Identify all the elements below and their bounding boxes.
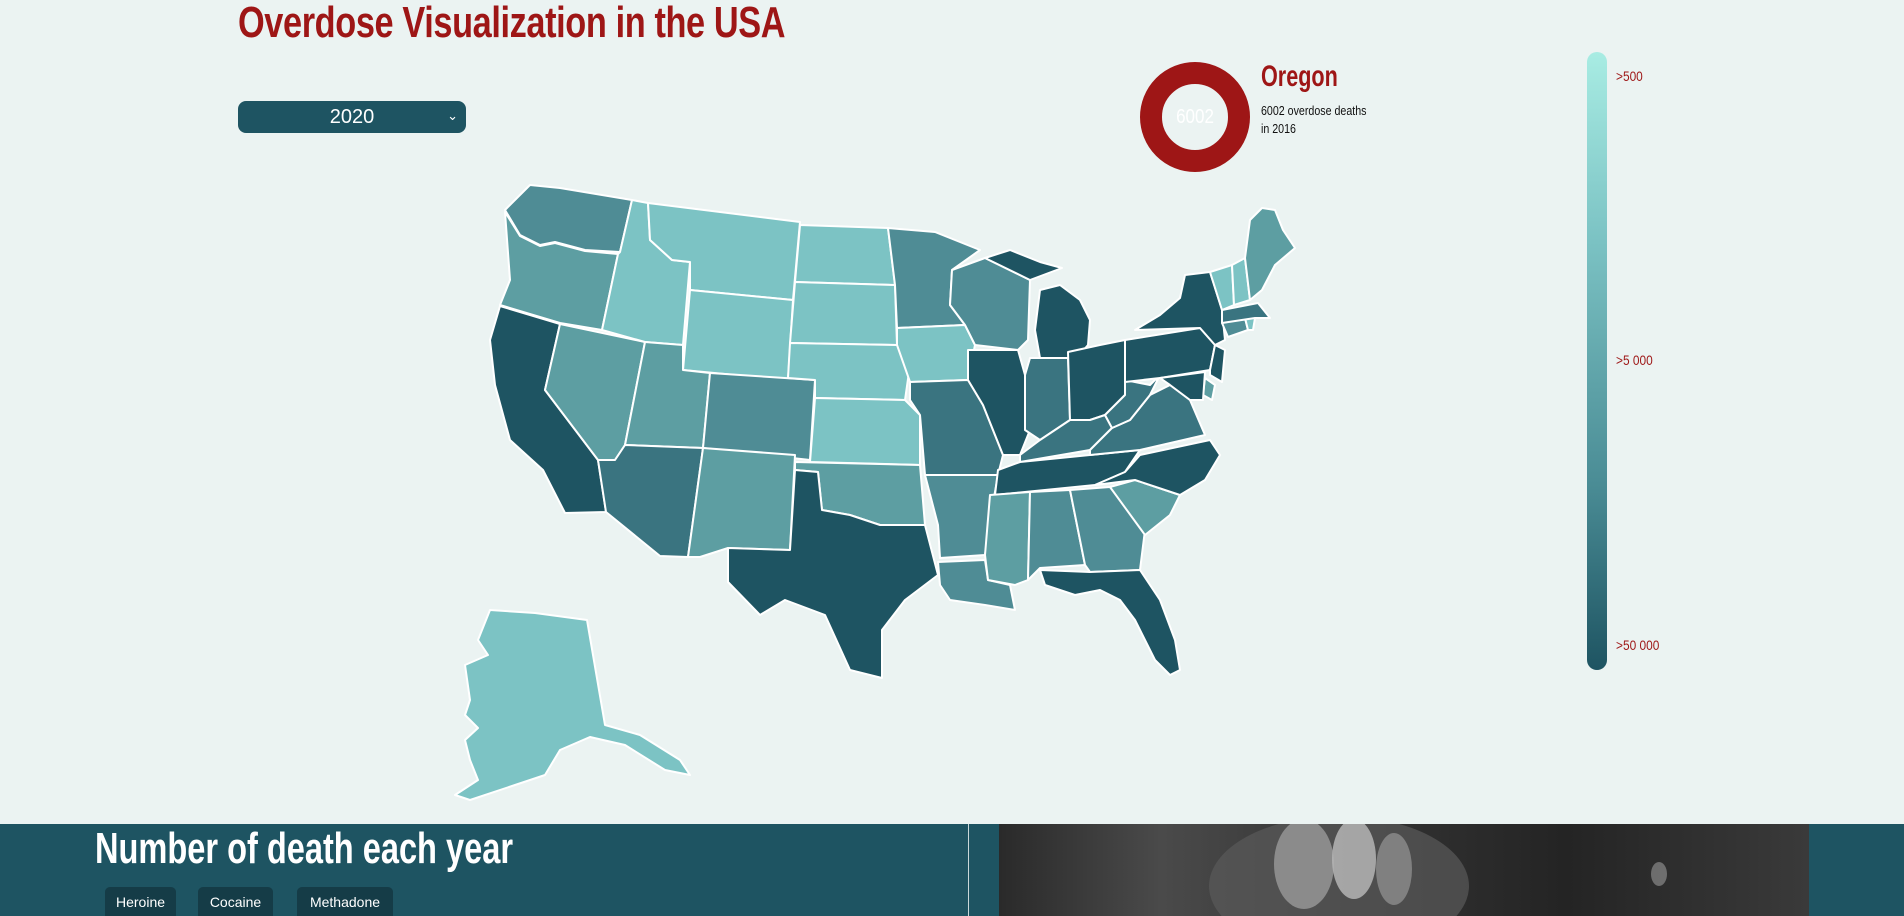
state-alaska[interactable] <box>454 609 691 801</box>
legend-label-mid: >5 000 <box>1616 352 1653 368</box>
heroine-button[interactable]: Heroine <box>105 887 176 916</box>
section-divider <box>968 824 969 916</box>
legend-label-max: >50 000 <box>1616 637 1660 653</box>
state-arizona[interactable] <box>597 444 704 558</box>
chevron-down-icon: ⌄ <box>447 108 458 123</box>
year-select-value: 2020 <box>329 105 375 128</box>
page-title: Overdose Visualization in the USA <box>238 0 786 47</box>
state-maine[interactable] <box>1244 207 1296 301</box>
donut-count: 6002 <box>1176 106 1214 128</box>
state-south-dakota[interactable] <box>789 281 898 346</box>
selected-state-name: Oregon <box>1261 60 1338 93</box>
state-north-dakota[interactable] <box>794 224 896 286</box>
state-mississippi[interactable] <box>984 491 1031 586</box>
state-florida[interactable] <box>1039 569 1181 676</box>
cocaine-button[interactable]: Cocaine <box>198 887 273 916</box>
state-wyoming[interactable] <box>682 289 794 381</box>
year-select[interactable]: 2020 ⌄ <box>238 101 466 133</box>
legend-label-min: >500 <box>1616 68 1643 84</box>
section-title: Number of death each year <box>95 824 513 873</box>
methadone-button[interactable]: Methadone <box>297 887 393 916</box>
deaths-per-year-section: Number of death each year <box>0 824 1904 916</box>
legend-color-scale <box>1587 52 1607 670</box>
hand-photo <box>999 824 1809 916</box>
state-kansas[interactable] <box>809 397 921 466</box>
us-map <box>454 184 1296 801</box>
state-iowa[interactable] <box>896 324 976 383</box>
hand-photo-shapes <box>1209 824 1667 916</box>
state-colorado[interactable] <box>702 372 816 461</box>
selected-state-description: 6002 overdose deaths in 2016 <box>1261 103 1367 136</box>
state-new-mexico[interactable] <box>687 447 796 558</box>
